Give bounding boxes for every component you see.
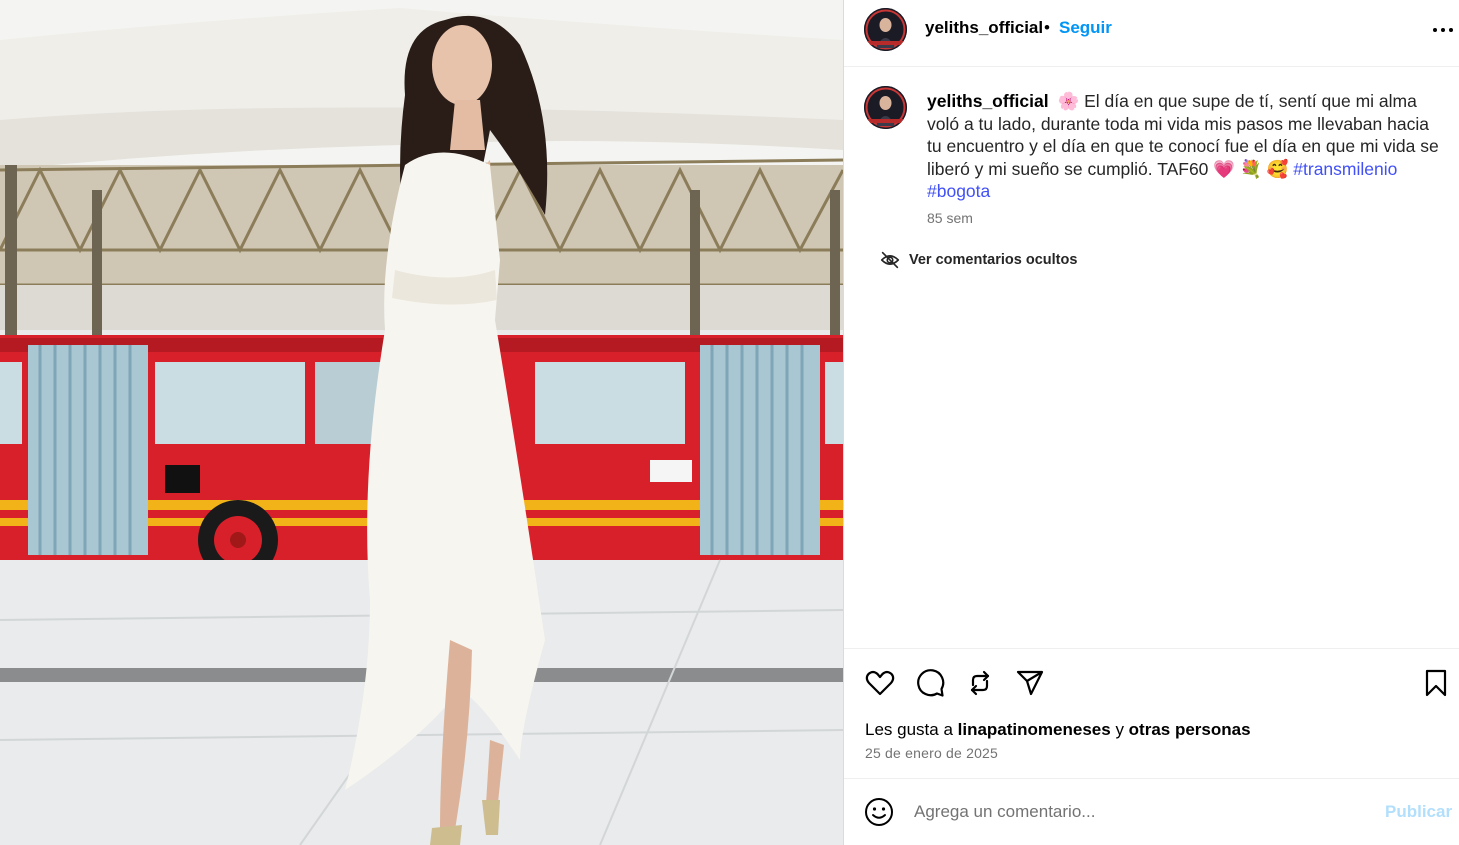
publish-button[interactable]: Publicar: [1385, 802, 1452, 822]
comment-icon: [917, 669, 945, 697]
like-button[interactable]: [864, 667, 896, 699]
follow-button[interactable]: Seguir: [1059, 18, 1112, 38]
comment-button[interactable]: [914, 667, 946, 699]
repost-button[interactable]: [964, 667, 996, 699]
caption-avatar[interactable]: [864, 86, 907, 129]
share-icon: [1016, 670, 1044, 696]
caption-emoji-start: 🌸: [1057, 91, 1080, 111]
heart-icon: [865, 670, 895, 696]
repost-icon: [970, 670, 990, 696]
post-date[interactable]: 25 de enero de 2025: [865, 745, 998, 761]
hashtag-transmilenio[interactable]: #transmilenio: [1293, 159, 1397, 179]
view-hidden-comments[interactable]: Ver comentarios ocultos: [879, 249, 1077, 271]
share-button[interactable]: [1014, 667, 1046, 699]
comment-input[interactable]: [914, 799, 1364, 825]
post-side-panel: yeliths_official • Seguir yeliths_offici…: [843, 0, 1459, 845]
hidden-comments-label: Ver comentarios ocultos: [909, 252, 1078, 268]
bookmark-icon: [1425, 669, 1447, 697]
caption-text: yeliths_official 🌸 El día en que supe de…: [927, 90, 1447, 203]
post-actions: Les gusta a linapatinomeneses y otras pe…: [844, 648, 1459, 778]
emoji-button[interactable]: [864, 797, 894, 827]
likes-connector: y: [1115, 720, 1124, 739]
more-options-icon[interactable]: [1430, 16, 1458, 44]
author-username[interactable]: yeliths_official: [925, 18, 1043, 38]
likes-summary: Les gusta a linapatinomeneses y otras pe…: [865, 720, 1251, 740]
author-avatar[interactable]: [864, 8, 907, 51]
smiley-icon: [865, 798, 893, 826]
post-header: yeliths_official • Seguir: [844, 0, 1459, 67]
comment-bar: Publicar: [844, 778, 1459, 845]
eye-off-icon: [880, 251, 900, 269]
header-separator: •: [1044, 18, 1050, 37]
likes-others[interactable]: otras personas: [1129, 720, 1251, 739]
hashtag-bogota[interactable]: #bogota: [927, 181, 990, 201]
likes-prefix: Les gusta a: [865, 720, 953, 739]
caption-timestamp[interactable]: 85 sem: [927, 210, 973, 226]
caption-emojis-end: 💗 💐 🥰: [1213, 158, 1289, 179]
save-button[interactable]: [1420, 667, 1452, 699]
post-image[interactable]: [0, 0, 843, 845]
likes-user[interactable]: linapatinomeneses: [958, 720, 1111, 739]
post-photo: [0, 0, 843, 845]
caption-username[interactable]: yeliths_official: [927, 91, 1049, 111]
